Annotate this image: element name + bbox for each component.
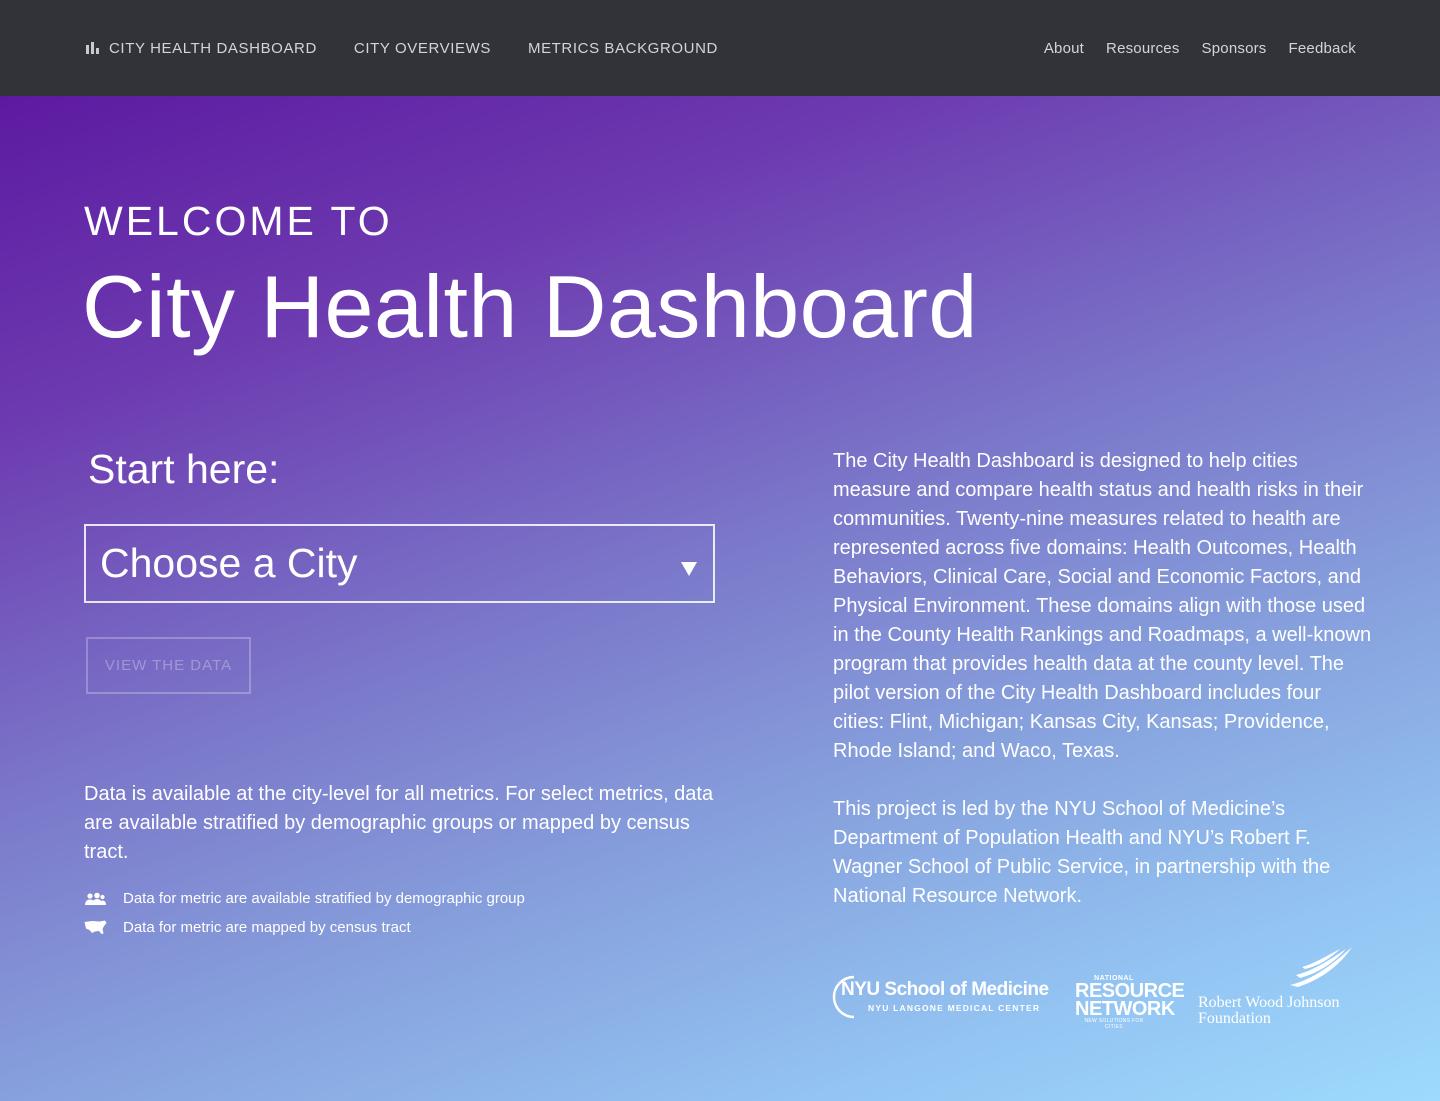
welcome-heading: WELCOME TO [84, 198, 393, 244]
nav-left: CITY HEALTH DASHBOARD CITY OVERVIEWS MET… [86, 40, 718, 57]
caret-down-icon [681, 562, 697, 576]
nyu-logo-main: NYU School of Medicine [841, 979, 1049, 1000]
top-navigation: CITY HEALTH DASHBOARD CITY OVERVIEWS MET… [0, 0, 1440, 96]
rwjf-logo-line2: Foundation [1198, 1010, 1271, 1027]
city-select[interactable]: Choose a City [84, 524, 715, 603]
national-resource-network-logo[interactable]: NATIONAL RESOURCE NETWORK NEW SOLUTIONS … [1075, 975, 1185, 1030]
legend-label-census: Data for metric are mapped by census tra… [123, 919, 411, 936]
nrn-logo-bottom: NEW SOLUTIONS FOR CITIES [1084, 1018, 1144, 1030]
nav-link-about[interactable]: About [1044, 40, 1084, 57]
hero-section: WELCOME TO City Health Dashboard Start h… [0, 96, 1440, 1101]
us-map-icon [84, 920, 123, 935]
nyu-school-of-medicine-logo[interactable]: NYU School of Medicine NYU LANGONE MEDIC… [832, 975, 1049, 1019]
nav-link-resources[interactable]: Resources [1106, 40, 1180, 57]
sponsor-logos: NYU School of Medicine NYU LANGONE MEDIC… [832, 947, 1362, 1031]
people-group-icon [84, 892, 123, 906]
brand-label: CITY HEALTH DASHBOARD [109, 39, 317, 57]
legend-item-census: Data for metric are mapped by census tra… [84, 913, 525, 942]
nav-link-metrics-background[interactable]: METRICS BACKGROUND [528, 40, 718, 57]
description-paragraph-1: The City Health Dashboard is designed to… [833, 450, 1372, 762]
nrn-logo-line2: NETWORK [1075, 998, 1175, 1020]
nav-link-sponsors[interactable]: Sponsors [1202, 40, 1267, 57]
nav-link-feedback[interactable]: Feedback [1289, 40, 1356, 57]
rwjf-logo-text: Robert Wood Johnson Foundation [1198, 995, 1368, 1027]
legend-item-demographic: Data for metric are available stratified… [84, 884, 525, 913]
start-here-label: Start here: [88, 446, 280, 492]
nyu-logo-sub: NYU LANGONE MEDICAL CENTER [868, 1003, 1041, 1013]
dashboard-description: The City Health Dashboard is designed to… [833, 447, 1373, 911]
view-data-button[interactable]: VIEW THE DATA [86, 637, 251, 694]
data-availability-note: Data is available at the city-level for … [84, 783, 714, 863]
legend: Data for metric are available stratified… [84, 884, 525, 942]
bar-chart-icon [86, 42, 99, 54]
brand-link[interactable]: CITY HEALTH DASHBOARD [86, 40, 317, 57]
description-paragraph-2: This project is led by the NYU School of… [833, 798, 1331, 907]
nav-right: About Resources Sponsors Feedback [1044, 40, 1356, 57]
legend-label-demographic: Data for metric are available stratified… [123, 890, 525, 907]
rwjf-logo-line1: Robert Wood Johnson [1198, 994, 1340, 1011]
nav-link-city-overviews[interactable]: CITY OVERVIEWS [354, 40, 491, 57]
page-title: City Health Dashboard [82, 257, 978, 356]
city-select-value: Choose a City [100, 540, 358, 586]
